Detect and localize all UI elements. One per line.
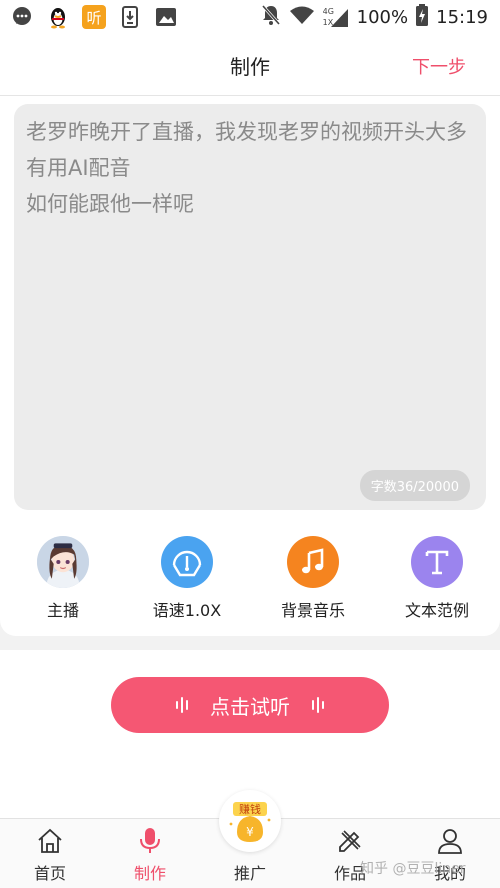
tool-bgm-label: 背景音乐 [280,601,345,620]
tab-home[interactable]: 首页 [10,827,90,884]
promo-yen-symbol: ¥ [246,825,254,839]
pencil-ruler-icon [310,827,390,855]
qq-penguin-icon [46,5,70,29]
promo-badge-text: 赚钱 [239,802,261,816]
tool-speed-label: 语速1.0X [152,601,222,620]
status-bar: 听 4G 1X 100% 15:19 [0,0,500,34]
mute-bell-icon [261,4,281,31]
home-icon [10,827,90,855]
watermark-text: 知乎 @豆豆liner [360,861,466,877]
tab-create-label: 制作 [133,864,166,883]
speed-gauge-icon[interactable] [161,536,213,588]
download-icon [118,5,142,29]
user-icon [410,827,490,855]
script-textarea[interactable]: 老罗昨晚开了直播，我发现老罗的视频开头大多有用AI配音 如何能跟他一样呢 字数3… [14,104,486,510]
waveform-left-icon [176,697,188,713]
system-status: 4G 1X 100% 15:19 [261,4,488,31]
tab-create[interactable]: 制作 [110,827,190,884]
script-text[interactable]: 老罗昨晚开了直播，我发现老罗的视频开头大多有用AI配音 如何能跟他一样呢 [26,114,476,222]
music-note-icon[interactable] [287,536,339,588]
listen-button-label: 点击试听 [210,694,290,719]
signal-icon: 4G 1X [323,7,349,29]
anchor-avatar-icon[interactable] [37,536,89,588]
tool-text-samples[interactable]: 文本范例 [382,536,492,621]
clock: 15:19 [436,7,488,28]
battery-charging-icon [416,4,429,31]
microphone-icon [110,827,190,855]
svg-text:听: 听 [86,9,101,27]
money-bag-icon: 赚钱 ¥ [229,802,271,842]
notification-icons: 听 [10,5,178,29]
chat-icon [10,5,34,29]
listen-button[interactable]: 点击试听 [111,677,389,733]
battery-level: 100% [356,7,409,28]
image-icon [154,5,178,29]
tool-bgm[interactable]: 背景音乐 [258,536,368,621]
app-header: 制作 下一步 [0,34,500,96]
editor-card: 老罗昨晚开了直播，我发现老罗的视频开头大多有用AI配音 如何能跟他一样呢 字数3… [0,96,500,636]
promo-money-bag-button[interactable]: 赚钱 ¥ [219,790,281,852]
tab-home-label: 首页 [33,864,66,883]
tool-speed[interactable]: 语速1.0X [132,536,242,621]
wifi-icon [289,5,315,30]
tool-anchor-label: 主播 [46,601,79,620]
tool-anchor[interactable]: 主播 [8,536,118,621]
next-step-button[interactable]: 下一步 [412,53,466,79]
text-t-icon[interactable] [411,536,463,588]
tool-text-samples-label: 文本范例 [404,601,469,620]
ting-app-icon: 听 [82,5,106,29]
character-counter: 字数36/20000 [359,470,470,501]
waveform-right-icon [312,697,324,713]
tab-promote-label: 推广 [233,864,266,883]
tool-row: 主播 语速1.0X 背景音乐 文本范例 [0,536,500,626]
